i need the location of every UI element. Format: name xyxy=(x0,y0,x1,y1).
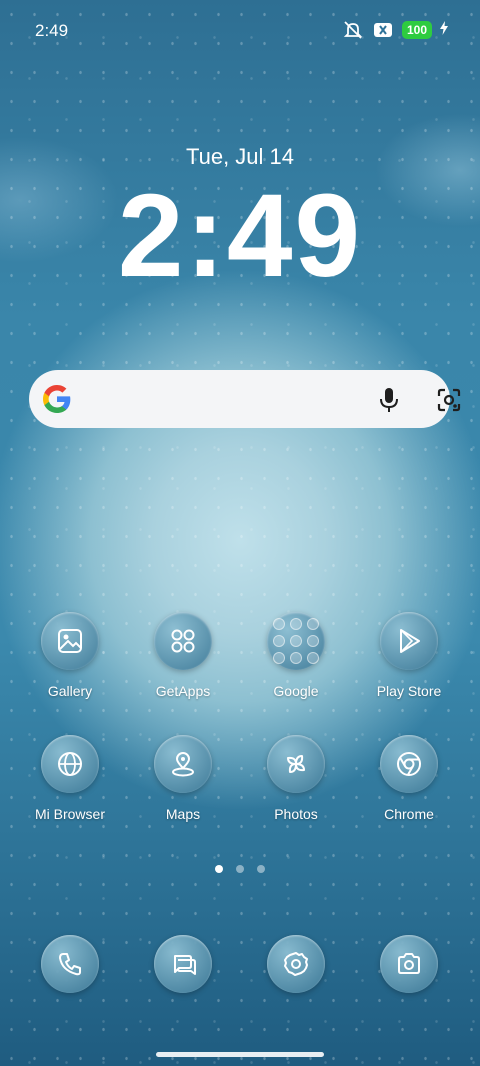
dock-camera[interactable] xyxy=(354,935,464,993)
getapps-icon xyxy=(154,612,212,670)
google-logo xyxy=(41,383,73,415)
globe-icon xyxy=(41,735,99,793)
charging-icon xyxy=(440,20,448,40)
date-label[interactable]: Tue, Jul 14 xyxy=(0,144,480,170)
app-label: Play Store xyxy=(376,683,442,699)
phone-icon xyxy=(41,935,99,993)
google-search-bar[interactable] xyxy=(29,370,461,428)
app-label: Google xyxy=(273,683,319,699)
dock-messages[interactable] xyxy=(128,935,238,993)
app-gallery[interactable]: Gallery xyxy=(15,612,125,699)
status-icons: 100 xyxy=(342,20,448,40)
gesture-bar[interactable] xyxy=(156,1052,324,1057)
app-label: Chrome xyxy=(384,806,434,822)
page-indicator[interactable] xyxy=(0,865,480,873)
camera-icon xyxy=(380,935,438,993)
dock-phone[interactable] xyxy=(15,935,125,993)
page-dot[interactable] xyxy=(257,865,265,873)
app-label: Maps xyxy=(165,806,201,822)
clock-widget[interactable]: 2:49 xyxy=(0,168,480,304)
settings-icon xyxy=(267,935,325,993)
app-play-store[interactable]: Play Store xyxy=(354,612,464,699)
status-time: 2:49 xyxy=(35,21,69,40)
app-mi-browser[interactable]: Mi Browser xyxy=(15,735,125,822)
page-dot[interactable] xyxy=(236,865,244,873)
app-folder-google[interactable]: Google xyxy=(241,612,351,699)
chrome-icon xyxy=(380,735,438,793)
app-label: GetApps xyxy=(155,683,211,699)
lens-icon[interactable] xyxy=(435,386,463,419)
messages-icon xyxy=(154,935,212,993)
app-label: Mi Browser xyxy=(34,806,105,822)
app-getapps[interactable]: GetApps xyxy=(128,612,238,699)
notification-x-icon xyxy=(372,20,394,40)
battery-icon: 100 xyxy=(401,21,432,39)
app-label: Photos xyxy=(274,806,318,822)
dock-settings[interactable] xyxy=(241,935,351,993)
app-photos[interactable]: Photos xyxy=(241,735,351,822)
app-maps[interactable]: Maps xyxy=(128,735,238,822)
google-folder-icon xyxy=(267,612,325,670)
map-pin-icon xyxy=(154,735,212,793)
page-dot[interactable] xyxy=(215,865,223,873)
app-chrome[interactable]: Chrome xyxy=(354,735,464,822)
status-bar: 2:49 100 xyxy=(0,0,480,62)
play-store-icon xyxy=(380,612,438,670)
pinwheel-icon xyxy=(267,735,325,793)
app-label: Gallery xyxy=(47,683,93,699)
mute-icon xyxy=(342,20,364,40)
mic-icon[interactable] xyxy=(377,387,401,418)
gallery-icon xyxy=(41,612,99,670)
